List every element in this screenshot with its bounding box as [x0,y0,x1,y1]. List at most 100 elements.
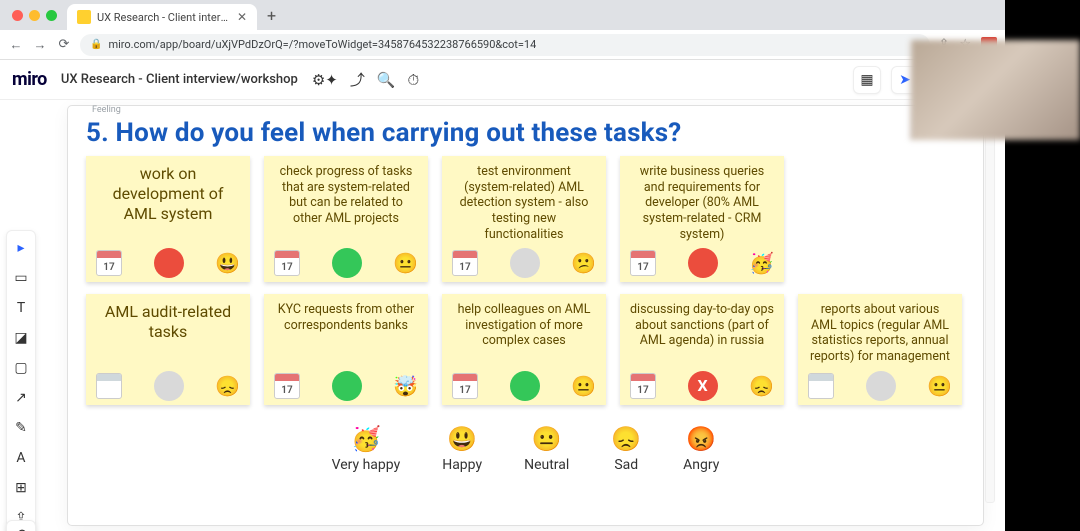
legend-label: Very happy [332,457,401,473]
emoji-legend: 🥳Very happy😃Happy😐Neutral😞Sad😡Angry [86,427,965,473]
sticky-note[interactable]: write business queries and requirements … [620,156,784,282]
url-text: miro.com/app/board/uXjVPdDzOrQ=/?moveToW… [108,38,536,51]
feeling-emoji: 😐 [571,376,596,396]
legend-emoji-icon: 😞 [611,427,641,451]
sticky-text: AML audit-related tasks [96,302,240,342]
miro-header: miro UX Research - Client interview/work… [0,60,1005,100]
new-tab-button[interactable]: + [257,6,286,25]
webcam-overlay [910,40,1080,140]
search-icon[interactable]: 🔍 [377,71,396,89]
sticky-text: check progress of tasks that are system-… [274,164,418,227]
feeling-emoji: 😐 [927,376,952,396]
sticky-text: work on development of AML system [96,164,240,224]
priority-dot [688,248,718,278]
legend-item: 😐 Neutral [524,427,569,473]
question-number: 5. [86,118,109,148]
sticky-note[interactable]: help colleagues on AML investigation of … [442,294,606,405]
legend-emoji-icon: 😡 [686,427,716,451]
tab-strip: UX Research - Client intervie… ✕ + [0,0,1005,30]
legend-emoji-icon: 🥳 [351,427,381,451]
miro-logo[interactable]: miro [12,69,47,90]
legend-item: 🥳 Very happy [332,427,401,473]
back-button[interactable]: ← [8,37,24,53]
priority-dot [154,248,184,278]
slide-frame[interactable]: Feeling 5. How do you feel when carrying… [68,106,983,525]
calendar-icon: 17 [630,250,656,276]
priority-dot [510,371,540,401]
board-title[interactable]: UX Research - Client interview/workshop [61,72,298,87]
calendar-icon: 17 [452,373,478,399]
comment-tool[interactable]: A [10,447,32,469]
sticky-note[interactable]: work on development of AML system 17 😃 [86,156,250,282]
calendar-icon: 17 [274,250,300,276]
sticky-text: reports about various AML topics (regula… [808,302,952,365]
board-settings-icon[interactable]: ⚙✦ [312,71,338,89]
address-bar: ← → ⟳ 🔒 miro.com/app/board/uXjVPdDzOrQ=/… [0,30,1005,60]
sticky-text: test environment (system-related) AML de… [452,164,596,242]
tab-title: UX Research - Client intervie… [97,11,231,24]
url-field[interactable]: 🔒 miro.com/app/board/uXjVPdDzOrQ=/?moveT… [80,34,930,56]
calendar-icon: 17 [630,373,656,399]
export-icon[interactable]: ⤴ [350,69,365,90]
tab-close-icon[interactable]: ✕ [237,10,247,24]
miro-favicon-icon [77,10,91,24]
forward-button[interactable]: → [32,37,48,53]
calendar-icon: 17 [274,373,300,399]
legend-label: Happy [442,457,482,473]
next-slide-edge [985,128,995,503]
sticky-note[interactable]: reports about various AML topics (regula… [798,294,962,405]
priority-dot: X [688,371,718,401]
feeling-emoji: 😞 [749,376,774,396]
sticky-tool[interactable]: ◪ [10,327,32,349]
feeling-emoji: 🤯 [393,376,418,396]
priority-dot [332,248,362,278]
timer-icon[interactable]: ⏱ [408,71,420,89]
priority-dot [154,371,184,401]
undo-button[interactable]: ↶ [15,527,27,531]
priority-dot [866,371,896,401]
canvas[interactable]: ▸ ▭ T ◪ ▢ ↗ ✎ A ⊞ ⇪ ›› ↶ ↷ Feeling [0,100,1005,531]
feeling-emoji: 😞 [215,376,240,396]
feeling-emoji: 😃 [215,253,240,273]
tool-rail: ▸ ▭ T ◪ ▢ ↗ ✎ A ⊞ ⇪ ›› [6,230,36,531]
sticky-note[interactable]: KYC requests from other correspondents b… [264,294,428,405]
sticky-text: help colleagues on AML investigation of … [452,302,596,349]
legend-emoji-icon: 😐 [532,427,562,451]
lock-icon: 🔒 [90,39,102,50]
calendar-icon [808,373,834,399]
shapes-tool[interactable]: ▢ [10,357,32,379]
priority-dot [332,371,362,401]
text-tool[interactable]: T [10,297,32,319]
pen-tool[interactable]: ✎ [10,417,32,439]
sticky-note[interactable]: check progress of tasks that are system-… [264,156,428,282]
sticky-text: discussing day-to-day ops about sanction… [630,302,774,349]
maximize-window-icon[interactable] [46,10,57,21]
frame-tool[interactable]: ⊞ [10,477,32,499]
minimize-window-icon[interactable] [29,10,40,21]
sticky-text: write business queries and requirements … [630,164,774,242]
browser-window: UX Research - Client intervie… ✕ + ← → ⟳… [0,0,1005,531]
close-window-icon[interactable] [12,10,23,21]
browser-tab[interactable]: UX Research - Client intervie… ✕ [67,4,257,30]
sticky-note[interactable]: test environment (system-related) AML de… [442,156,606,282]
calendar-icon: 17 [452,250,478,276]
templates-tool[interactable]: ▭ [10,267,32,289]
legend-label: Neutral [524,457,569,473]
priority-dot [510,248,540,278]
window-controls[interactable] [12,10,57,21]
question-text: How do you feel when carrying out these … [116,118,682,148]
sticky-grid: work on development of AML system 17 😃 chec… [86,156,965,405]
reload-button[interactable]: ⟳ [56,37,72,52]
feeling-emoji: 😕 [571,253,596,273]
legend-item: 😞 Sad [611,427,641,473]
connect-tool[interactable]: ↗ [10,387,32,409]
select-tool[interactable]: ▸ [10,237,32,259]
legend-label: Sad [614,457,638,473]
calendar-icon [96,373,122,399]
calendar-icon: 17 [96,250,122,276]
feeling-emoji: 😐 [393,253,418,273]
legend-item: 😡Angry [683,427,719,473]
sticky-note[interactable]: discussing day-to-day ops about sanction… [620,294,784,405]
sticky-note[interactable]: AML audit-related tasks 😞 [86,294,250,405]
apps-icon[interactable]: ▦ [853,66,881,94]
